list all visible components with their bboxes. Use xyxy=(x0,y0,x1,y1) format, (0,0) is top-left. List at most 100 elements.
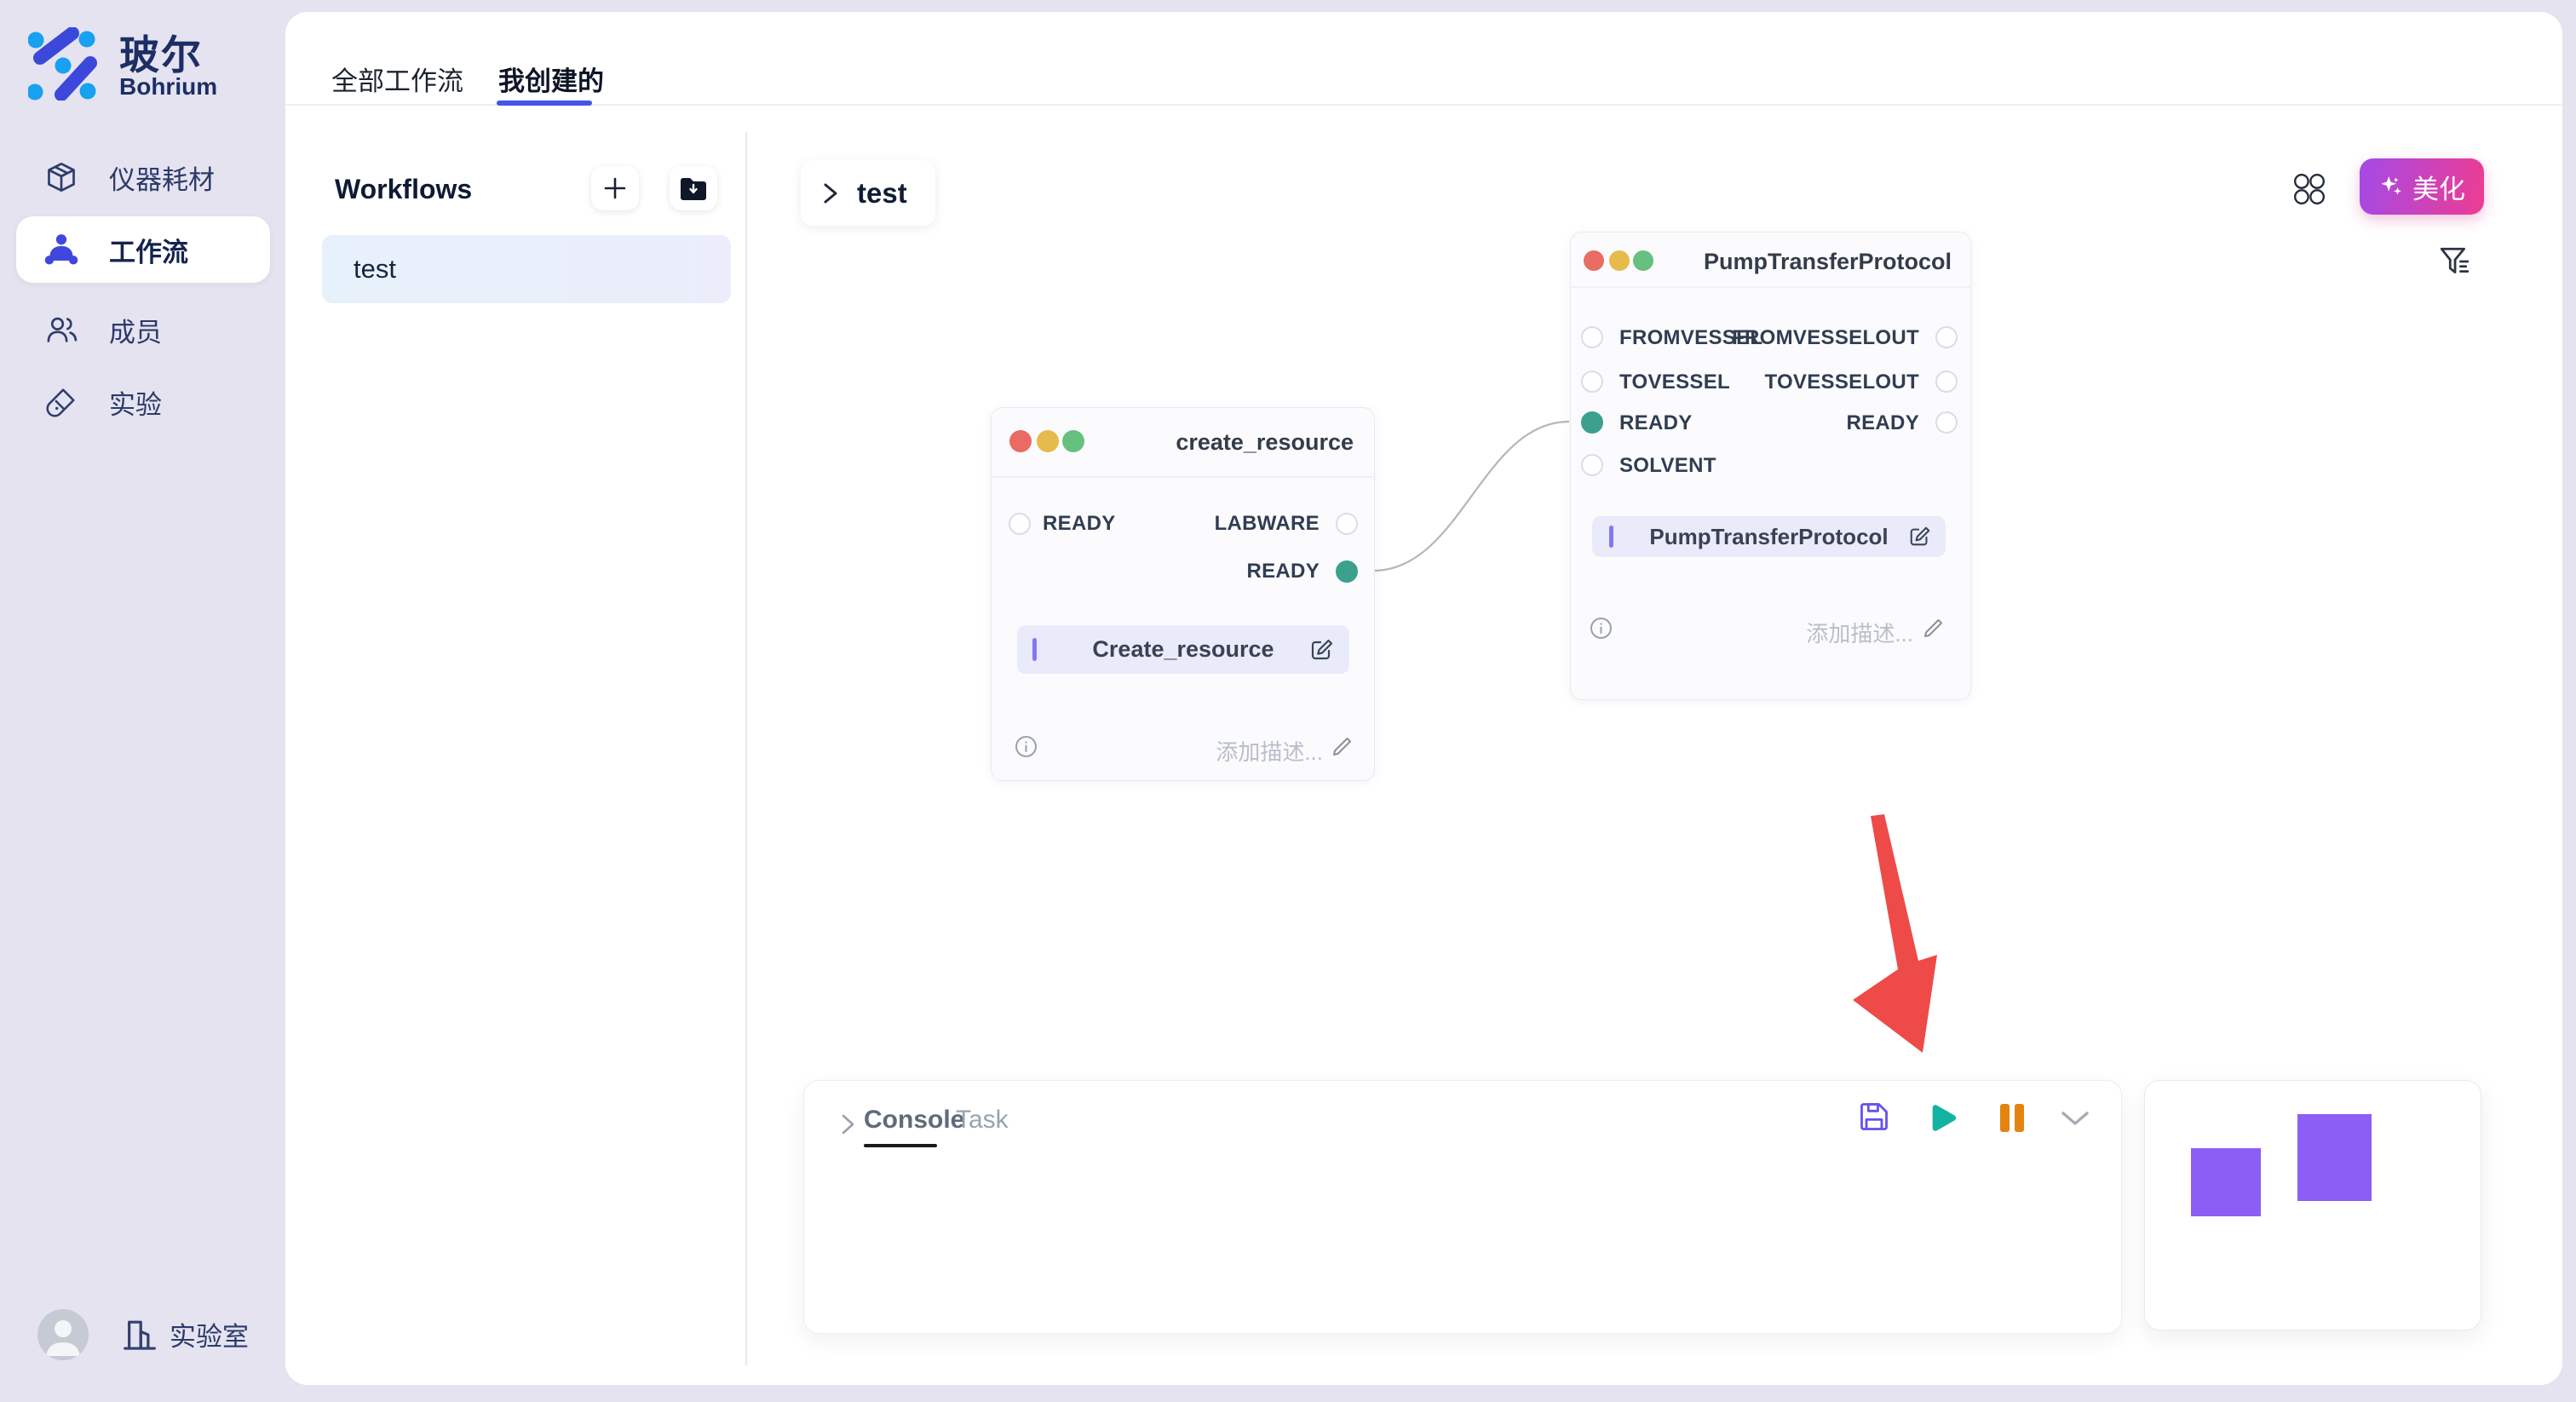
filter-icon[interactable] xyxy=(2438,245,2470,278)
pencil-icon[interactable] xyxy=(1331,735,1354,758)
traffic-light-green xyxy=(1633,250,1653,271)
workflows-panel-title: Workflows xyxy=(335,174,472,205)
people-icon xyxy=(44,233,78,267)
beautify-button[interactable]: 美化 xyxy=(2360,158,2484,215)
add-workflow-button[interactable] xyxy=(591,166,639,210)
output-port-ready[interactable] xyxy=(1935,411,1958,434)
tab-all-workflows[interactable]: 全部工作流 xyxy=(331,60,463,98)
port-label: SOLVENT xyxy=(1619,454,1716,478)
flask-icon xyxy=(44,385,78,419)
port-label: READY xyxy=(1619,411,1693,435)
port-label: LABWARE xyxy=(1215,512,1320,536)
sidebar-item-workflow[interactable]: 工作流 xyxy=(16,216,270,283)
sidebar: 玻尔 Bohrium 仪器耗材 xyxy=(0,0,285,1402)
edge-connection xyxy=(1373,422,1569,571)
output-port-ready[interactable] xyxy=(1336,560,1358,583)
port-label: READY xyxy=(1846,411,1919,435)
play-icon[interactable] xyxy=(1928,1102,1958,1134)
info-icon[interactable] xyxy=(1015,735,1038,758)
breadcrumb-label: test xyxy=(857,177,907,210)
port-label: READY xyxy=(1246,560,1320,583)
sidebar-item-label: 成员 xyxy=(109,311,162,349)
pane-divider xyxy=(745,132,747,1365)
console-tab[interactable]: Console xyxy=(864,1106,964,1135)
port-label: READY xyxy=(1043,512,1116,536)
port-label: FROMVESSELOUT xyxy=(1732,326,1919,350)
node-action-button[interactable]: PumpTransferProtocol xyxy=(1592,516,1946,557)
input-port-ready[interactable] xyxy=(1581,411,1603,434)
brand-name-en: Bohrium xyxy=(119,73,217,101)
workflow-list-item[interactable]: test xyxy=(322,235,731,303)
node-action-label: Create_resource xyxy=(1092,636,1274,663)
node-pump-transfer-protocol[interactable]: PumpTransferProtocol FROMVESSEL FROMVESS… xyxy=(1570,232,1971,700)
chevron-down-icon[interactable] xyxy=(2059,1108,2091,1129)
minimap[interactable] xyxy=(2144,1080,2481,1330)
node-description-placeholder[interactable]: 添加描述... xyxy=(1806,617,1913,648)
traffic-light-yellow xyxy=(1037,430,1059,452)
node-description-placeholder[interactable]: 添加描述... xyxy=(1216,735,1323,767)
beautify-label: 美化 xyxy=(2412,168,2465,206)
task-tab[interactable]: Task xyxy=(956,1106,1009,1135)
traffic-light-red xyxy=(1009,430,1032,452)
output-port-fromvesselout[interactable] xyxy=(1935,326,1958,348)
action-accent-bar xyxy=(1609,526,1613,548)
chevron-right-icon[interactable] xyxy=(837,1112,859,1137)
sparkle-icon xyxy=(2378,174,2404,199)
input-port-ready[interactable] xyxy=(1009,513,1031,535)
console-panel: Console Task xyxy=(803,1080,2122,1334)
action-accent-bar xyxy=(1032,638,1037,661)
active-tab-underline xyxy=(497,101,592,106)
grid-circles-icon[interactable] xyxy=(2292,172,2326,206)
info-icon[interactable] xyxy=(1590,617,1613,640)
building-icon xyxy=(122,1316,158,1353)
tab-created-by-me[interactable]: 我创建的 xyxy=(498,60,604,98)
input-port-fromvessel[interactable] xyxy=(1581,326,1603,348)
minimap-node-create-resource xyxy=(2191,1148,2261,1216)
red-annotation-arrow xyxy=(1853,814,1937,1053)
node-action-label: PumpTransferProtocol xyxy=(1649,524,1888,550)
plus-icon xyxy=(603,176,627,200)
edit-icon[interactable] xyxy=(1309,637,1335,663)
traffic-light-green xyxy=(1062,430,1084,452)
sidebar-item-label: 实验 xyxy=(109,383,162,422)
node-create-resource[interactable]: create_resource READY LABWARE READY Crea… xyxy=(991,407,1375,781)
edit-icon[interactable] xyxy=(1908,525,1932,549)
chevron-right-icon xyxy=(819,181,842,206)
input-port-solvent[interactable] xyxy=(1581,454,1603,476)
pause-icon[interactable] xyxy=(2015,1104,2024,1132)
bohrium-logo-icon xyxy=(28,27,100,101)
app-root: 玻尔 Bohrium 仪器耗材 xyxy=(0,0,2576,1402)
node-title: create_resource xyxy=(1176,429,1354,456)
traffic-light-yellow xyxy=(1609,250,1630,271)
lab-switcher[interactable]: 实验室 xyxy=(122,1315,249,1353)
sidebar-item-members[interactable]: 成员 xyxy=(16,302,270,357)
node-title: PumpTransferProtocol xyxy=(1704,249,1952,275)
users-icon xyxy=(44,313,78,347)
box-icon xyxy=(44,160,78,194)
output-port-labware[interactable] xyxy=(1336,513,1358,535)
import-workflow-button[interactable] xyxy=(670,166,717,210)
sidebar-item-label: 工作流 xyxy=(109,231,188,269)
tabbar-divider xyxy=(285,104,2562,106)
pause-icon[interactable] xyxy=(2000,1104,2010,1132)
console-tab-underline xyxy=(864,1144,937,1147)
breadcrumb[interactable]: test xyxy=(801,160,935,226)
node-header-divider xyxy=(992,476,1374,478)
main-panel: 全部工作流 我创建的 Workflows test xyxy=(285,12,2562,1385)
minimap-node-pump-transfer xyxy=(2297,1114,2372,1201)
folder-download-icon xyxy=(679,176,708,201)
node-action-button[interactable]: Create_resource xyxy=(1017,625,1349,674)
port-label: TOVESSEL xyxy=(1619,371,1730,394)
save-icon[interactable] xyxy=(1858,1100,1890,1133)
pencil-icon[interactable] xyxy=(1922,617,1945,640)
sidebar-item-experiments[interactable]: 实验 xyxy=(16,375,270,429)
brand-name-cn: 玻尔 xyxy=(119,22,203,81)
workflow-item-name: test xyxy=(354,254,396,284)
input-port-tovessel[interactable] xyxy=(1581,371,1603,393)
output-port-tovesselout[interactable] xyxy=(1935,371,1958,393)
node-header-divider xyxy=(1571,286,1970,288)
avatar[interactable] xyxy=(37,1309,89,1360)
port-label: TOVESSELOUT xyxy=(1764,371,1919,394)
sidebar-item-label: 仪器耗材 xyxy=(109,158,215,197)
sidebar-item-instruments[interactable]: 仪器耗材 xyxy=(16,150,270,204)
